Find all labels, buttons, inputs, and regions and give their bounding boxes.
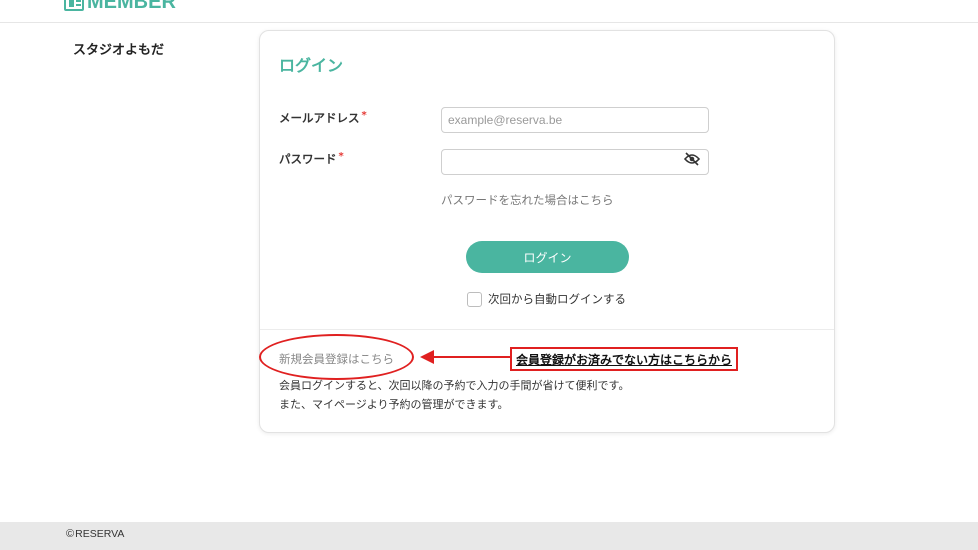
email-label: メールアドレス *: [279, 110, 367, 126]
email-label-text: メールアドレス: [279, 111, 360, 125]
required-mark: *: [361, 110, 367, 121]
password-label-text: パスワード: [279, 152, 337, 166]
login-title: ログイン: [279, 56, 344, 75]
auto-login-label: 次回から自動ログインする: [488, 292, 626, 306]
copyright-text: RESERVA: [75, 528, 125, 540]
email-input[interactable]: [441, 107, 709, 133]
member-logo[interactable]: MEMBER: [64, 0, 176, 14]
password-label: パスワード *: [279, 151, 344, 167]
annotation-note: 会員登録がお済みでない方はこちらから: [515, 352, 732, 367]
top-header: MEMBER: [0, 0, 978, 23]
highlight-circle: [259, 334, 414, 380]
login-button[interactable]: ログイン: [466, 241, 629, 273]
password-input[interactable]: [441, 149, 709, 175]
copyright: © RESERVA: [66, 528, 124, 540]
copyright-symbol: ©: [66, 528, 75, 540]
auto-login-option[interactable]: 次回から自動ログインする: [467, 291, 626, 307]
annotation-arrow-line: [433, 356, 510, 358]
divider: [260, 329, 834, 330]
logo-text: MEMBER: [87, 0, 176, 13]
member-card-icon: [64, 0, 84, 11]
auto-login-checkbox[interactable]: [467, 291, 482, 307]
store-name: スタジオよもだ: [73, 43, 165, 58]
annotation-arrow-head: [420, 350, 434, 364]
annotation-note-box: 会員登録がお済みでない方はこちらから: [510, 347, 738, 371]
eye-off-icon[interactable]: [683, 151, 701, 166]
footer: © RESERVA: [0, 522, 978, 550]
forgot-password-link[interactable]: パスワードを忘れた場合はこちら: [441, 192, 614, 208]
register-description-line2: また、マイページより予約の管理ができます。: [279, 398, 509, 411]
required-mark: *: [338, 151, 344, 162]
